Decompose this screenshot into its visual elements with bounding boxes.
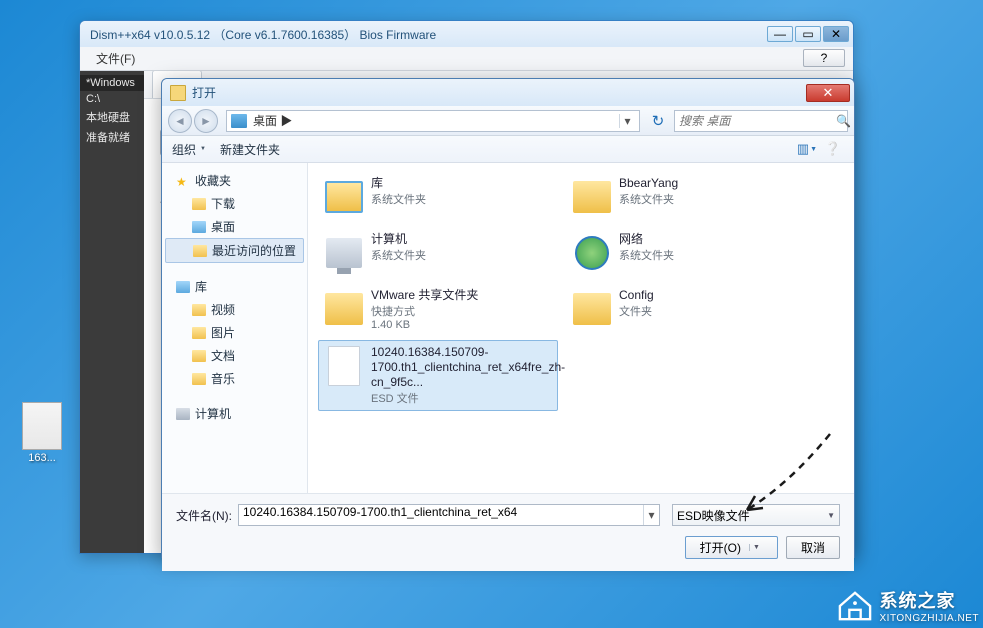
desktop-shortcut[interactable]: 163... xyxy=(18,402,66,464)
close-button[interactable]: ✕ xyxy=(823,26,849,42)
sidebar-line: 本地硬盘 xyxy=(80,107,144,127)
breadcrumb-text: 桌面 ▶ xyxy=(253,112,619,129)
open-button[interactable]: 打开(O) ▼ xyxy=(685,536,778,559)
desktop-icon xyxy=(192,221,206,233)
open-split-dropdown[interactable]: ▼ xyxy=(749,544,763,551)
pictures-icon xyxy=(192,327,206,339)
video-icon xyxy=(192,304,206,316)
file-item-config[interactable]: Config文件夹 xyxy=(566,283,806,336)
breadcrumb-dropdown[interactable]: ▾ xyxy=(619,114,635,128)
dialog-toolbar: 组织▼ 新建文件夹 ▥▼ ❔ xyxy=(162,136,854,163)
file-icon xyxy=(328,346,360,386)
search-box: 🔍 xyxy=(674,110,848,132)
tree-desktop[interactable]: 桌面 xyxy=(162,215,307,238)
filetype-select[interactable]: ESD映像文件 ▼ xyxy=(672,504,840,526)
filename-input[interactable] xyxy=(243,505,637,519)
breadcrumb[interactable]: 桌面 ▶ ▾ xyxy=(226,110,640,132)
file-item-computer[interactable]: 计算机系统文件夹 xyxy=(318,227,558,279)
music-icon xyxy=(192,373,206,385)
nav-tree: ★收藏夹 下载 桌面 最近访问的位置 库 视频 图片 文档 音乐 计算机 xyxy=(162,163,308,493)
file-item-vmware[interactable]: VMware 共享文件夹快捷方式1.40 KB xyxy=(318,283,558,336)
file-item-esd[interactable]: 10240.16384.150709-1700.th1_clientchina_… xyxy=(318,340,558,411)
main-sidebar: *Windows C:\ 本地硬盘 准备就绪 xyxy=(80,71,144,553)
computer-icon xyxy=(176,408,190,420)
filename-label: 文件名(N): xyxy=(176,507,232,524)
tree-pictures[interactable]: 图片 xyxy=(162,321,307,344)
desktop-icon xyxy=(231,114,247,128)
new-folder-button[interactable]: 新建文件夹 xyxy=(220,141,280,158)
tree-music[interactable]: 音乐 xyxy=(162,367,307,390)
file-list: 库系统文件夹 BbearYang系统文件夹 计算机系统文件夹 网络系统文件夹 V… xyxy=(308,163,854,493)
main-menubar: 文件(F) ? xyxy=(80,47,853,71)
computer-icon xyxy=(326,238,362,268)
tree-downloads[interactable]: 下载 xyxy=(162,192,307,215)
file-item-libraries[interactable]: 库系统文件夹 xyxy=(318,171,558,223)
forward-button[interactable]: ► xyxy=(194,109,218,133)
sidebar-line: C:\ xyxy=(80,91,144,107)
help-icon[interactable]: ❔ xyxy=(822,139,844,159)
star-icon: ★ xyxy=(176,175,190,187)
back-button[interactable]: ◄ xyxy=(168,109,192,133)
dialog-titlebar[interactable]: 打开 ✕ xyxy=(162,79,854,106)
main-titlebar[interactable]: Dism++x64 v10.0.5.12 （Core v6.1.7600.163… xyxy=(80,21,853,47)
desktop-shortcut-label: 163... xyxy=(18,452,66,464)
libraries-icon xyxy=(176,281,190,293)
search-icon[interactable]: 🔍 xyxy=(836,114,851,128)
search-input[interactable] xyxy=(679,114,836,128)
cancel-button[interactable]: 取消 xyxy=(786,536,840,559)
dialog-bottom: 文件名(N): ▾ ESD映像文件 ▼ 打开(O) ▼ 取消 xyxy=(162,493,854,571)
dialog-title: 打开 xyxy=(192,84,806,101)
refresh-button[interactable]: ↻ xyxy=(648,111,668,131)
watermark-en: XITONGZHIJIA.NET xyxy=(880,613,980,624)
filename-history-dropdown[interactable]: ▾ xyxy=(643,505,659,525)
folder-icon xyxy=(573,293,611,325)
documents-icon xyxy=(192,350,206,362)
help-button[interactable]: ? xyxy=(803,49,845,67)
sidebar-line: *Windows xyxy=(80,75,144,91)
folder-shortcut-icon xyxy=(325,293,363,325)
file-item-network[interactable]: 网络系统文件夹 xyxy=(566,227,806,279)
view-mode-button[interactable]: ▥▼ xyxy=(796,139,818,159)
folder-icon xyxy=(192,198,206,210)
recent-icon xyxy=(193,245,207,257)
open-dialog: 打开 ✕ ◄ ► 桌面 ▶ ▾ ↻ 🔍 组织▼ 新建文件夹 ▥▼ ❔ ★收藏夹 … xyxy=(161,78,855,558)
tree-documents[interactable]: 文档 xyxy=(162,344,307,367)
file-item-user[interactable]: BbearYang系统文件夹 xyxy=(566,171,806,223)
watermark: 系统之家 XITONGZHIJIA.NET xyxy=(836,587,980,624)
maximize-button[interactable]: ▭ xyxy=(795,26,821,42)
sidebar-line: 准备就绪 xyxy=(80,127,144,147)
tree-video[interactable]: 视频 xyxy=(162,298,307,321)
main-title: Dism++x64 v10.0.5.12 （Core v6.1.7600.163… xyxy=(90,26,765,43)
libraries-icon xyxy=(325,181,363,213)
organize-menu[interactable]: 组织▼ xyxy=(172,141,206,158)
dialog-close-button[interactable]: ✕ xyxy=(806,84,850,102)
tree-recent[interactable]: 最近访问的位置 xyxy=(165,238,304,263)
nav-bar: ◄ ► 桌面 ▶ ▾ ↻ 🔍 xyxy=(162,106,854,136)
filename-combobox: ▾ xyxy=(238,504,660,526)
menu-file[interactable]: 文件(F) xyxy=(88,47,143,70)
tree-favorites[interactable]: ★收藏夹 xyxy=(162,169,307,192)
house-icon xyxy=(836,589,874,623)
minimize-button[interactable]: — xyxy=(767,26,793,42)
folder-icon xyxy=(170,85,186,101)
tree-computer[interactable]: 计算机 xyxy=(162,402,307,425)
file-icon xyxy=(22,402,62,450)
watermark-cn: 系统之家 xyxy=(880,587,980,613)
chevron-down-icon: ▼ xyxy=(827,511,835,520)
tree-libraries[interactable]: 库 xyxy=(162,275,307,298)
network-icon xyxy=(575,236,609,270)
folder-icon xyxy=(573,181,611,213)
